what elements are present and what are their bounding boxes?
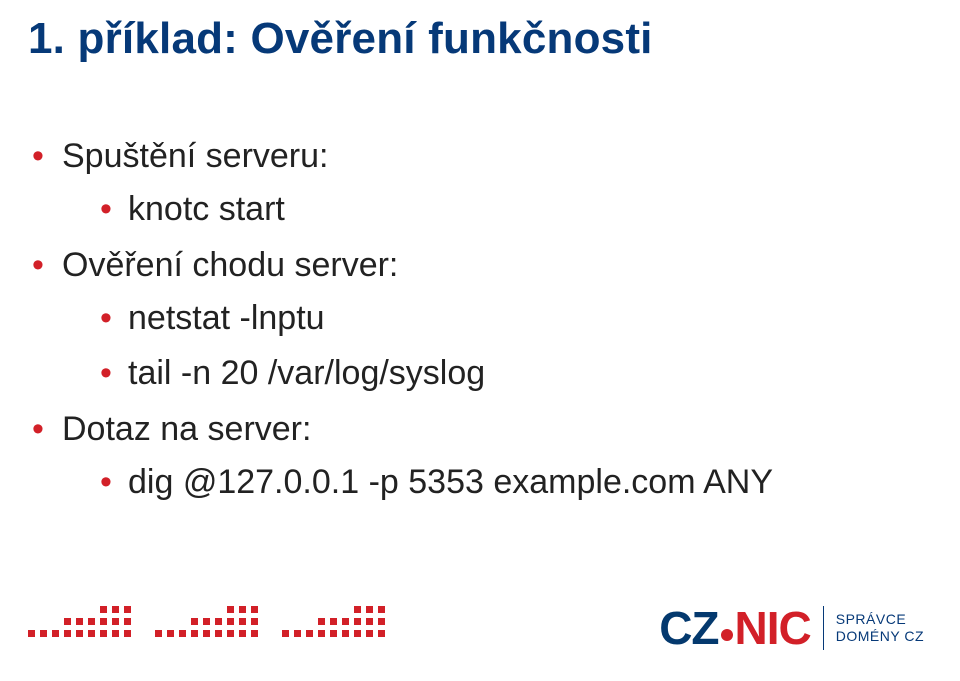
cznic-logo: CZ NIC SPRÁVCE DOMÉNY CZ [659, 601, 924, 655]
bullet-text: Dotaz na server: [62, 410, 311, 448]
slide-content: Spuštění serveru: knotc start Ověření ch… [28, 130, 773, 513]
bullet-item: Dotaz na server: dig @127.0.0.1 -p 5353 … [28, 403, 773, 508]
bullet-item: knotc start [98, 183, 773, 236]
bullet-text: Ověření chodu server: [62, 246, 398, 284]
logo-cz-text: CZ [659, 601, 718, 655]
slide: 1. příklad: Ověření funkčnosti Spuštění … [0, 0, 960, 681]
bullet-item: Spuštění serveru: knotc start [28, 130, 773, 235]
bullet-text: Spuštění serveru: [62, 137, 328, 175]
bullet-text: knotc start [128, 190, 285, 228]
logo-subtitle: SPRÁVCE DOMÉNY CZ [836, 611, 924, 646]
bullet-item: tail -n 20 /var/log/syslog [98, 347, 773, 400]
logo-sub-line: DOMÉNY CZ [836, 628, 924, 646]
footer-dot-pattern [28, 606, 385, 637]
logo-separator [823, 606, 824, 650]
bullet-item: netstat -lnptu [98, 292, 773, 345]
bullet-text: tail -n 20 /var/log/syslog [128, 354, 485, 392]
bullet-text: netstat -lnptu [128, 299, 325, 337]
bullet-item: dig @127.0.0.1 -p 5353 example.com ANY [98, 456, 773, 509]
bullet-text: dig @127.0.0.1 -p 5353 example.com ANY [128, 463, 773, 501]
logo-nic-text: NIC [735, 601, 811, 655]
logo-wordmark: CZ NIC [659, 601, 811, 655]
bullet-item: Ověření chodu server: netstat -lnptu tai… [28, 239, 773, 399]
logo-sub-line: SPRÁVCE [836, 611, 924, 629]
logo-dot-icon [721, 629, 733, 641]
slide-title: 1. příklad: Ověření funkčnosti [28, 14, 653, 64]
